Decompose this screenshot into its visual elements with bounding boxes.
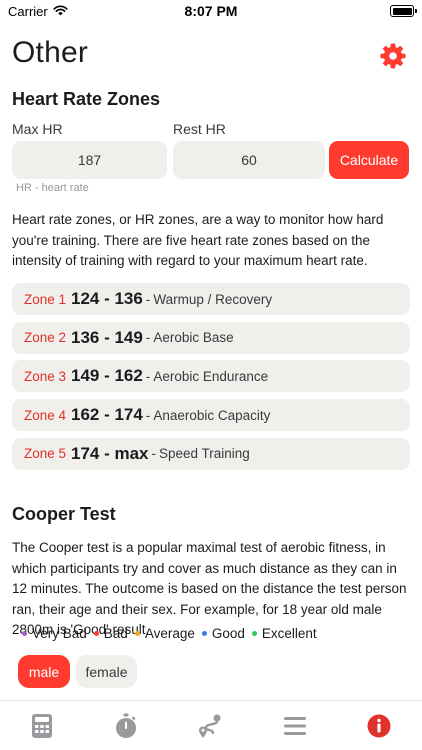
legend-dot [22,631,27,636]
list-icon[interactable] [283,713,307,739]
zone-description: Warmup / Recovery [153,291,273,307]
rest-hr-field[interactable]: 60 [173,141,325,179]
zone-row: Zone 5 174 - max - Speed Training [12,437,410,470]
sex-male-button[interactable]: male [18,655,70,688]
zone-description: Speed Training [159,446,250,462]
heart-rate-description: Heart rate zones, or HR zones, are a way… [12,212,384,268]
zone-list: Zone 1 124 - 136 - Warmup / Recovery Zon… [12,283,410,476]
cooper-legend: Very Bad Bad Average Good Excellent [22,626,324,641]
cooper-section-title: Cooper Test [12,504,116,524]
legend-item: Average [134,626,195,641]
zone-range: 149 - 162 [71,366,143,386]
zone-row: Zone 2 136 - 149 - Aerobic Base [12,321,410,354]
route-icon[interactable] [198,713,222,739]
zone-separator: - [145,291,151,307]
legend-label: Excellent [261,626,317,641]
page-title: Other [12,36,89,69]
rest-hr-label: Rest HR [173,121,226,137]
zone-row: Zone 4 162 - 174 - Anaerobic Capacity [12,399,410,432]
hr-hint: HR - heart rate [16,182,89,194]
clock: 8:07 PM [184,3,238,19]
legend-item: Very Bad [22,626,87,641]
legend-label: Good [211,626,245,641]
zone-range: 124 - 136 [71,289,143,308]
calculator-icon[interactable] [30,713,54,739]
zone-row: Zone 3 149 - 162 - Aerobic Endurance [12,360,410,393]
max-hr-field[interactable]: 187 [12,141,167,179]
zone-name: Zone 4 [24,407,67,423]
legend-item: Excellent [251,626,317,641]
legend-item: Bad [93,626,128,641]
stopwatch-icon[interactable] [114,713,138,739]
legend-dot [201,631,207,636]
legend-label: Very Bad [32,626,87,641]
status-bar: Carrier 8:07 PM [0,0,422,24]
battery-icon [390,5,417,17]
gear-icon[interactable] [379,42,407,70]
calculate-button[interactable]: Calculate [329,141,409,179]
zone-separator: - [151,446,157,462]
heart-rate-section-title: Heart Rate Zones [12,89,161,109]
zone-range: 162 - 174 [71,405,143,425]
zone-name: Zone 3 [24,368,67,384]
legend-dot [134,631,140,636]
legend-dot [93,631,99,636]
zone-separator: - [145,368,151,384]
zone-row: Zone 1 124 - 136 - Warmup / Recovery [12,283,410,315]
zone-description: Aerobic Base [153,330,234,346]
zone-separator: - [145,407,151,423]
zone-separator: - [145,330,151,346]
legend-dot [251,631,257,636]
max-hr-label: Max HR [12,121,63,137]
zone-description: Anaerobic Capacity [153,407,271,423]
zone-name: Zone 1 [24,291,67,307]
zone-range: 174 - max [71,443,149,463]
legend-item: Good [201,626,245,641]
legend-label: Bad [103,626,128,641]
zone-name: Zone 5 [24,446,67,462]
sex-female-button[interactable]: female [76,655,137,688]
zone-name: Zone 2 [24,330,67,346]
tab-bar [0,700,422,750]
legend-label: Average [144,626,195,641]
zone-description: Aerobic Endurance [153,368,269,384]
info-icon[interactable] [367,713,391,739]
zone-range: 136 - 149 [71,327,143,347]
